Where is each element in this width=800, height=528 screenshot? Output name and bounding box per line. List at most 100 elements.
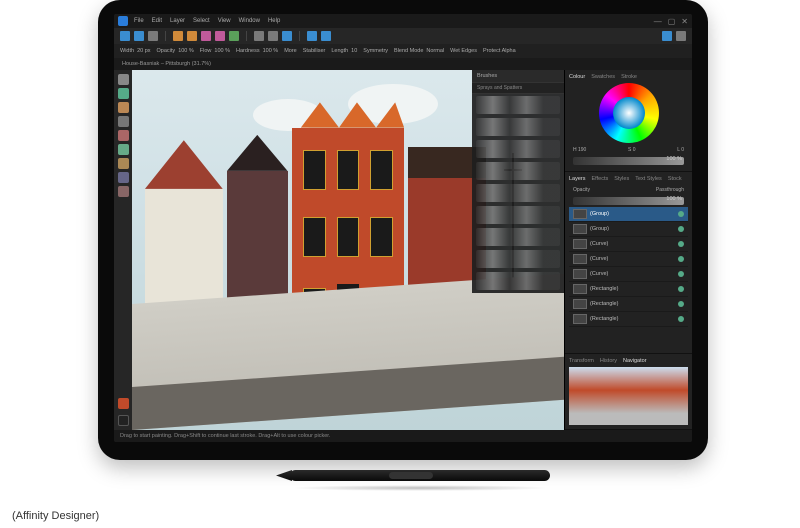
brush-list[interactable] — [472, 94, 564, 293]
opt-length[interactable]: Length10 — [331, 48, 357, 54]
tool-a-icon[interactable] — [173, 31, 183, 41]
menu-edit[interactable]: Edit — [152, 18, 162, 24]
text-tool-icon[interactable] — [118, 158, 129, 169]
brushes-panel[interactable]: Brushes Sprays and Spatters — [472, 70, 564, 293]
layer-name: (Curve) — [590, 271, 608, 277]
tool-e-icon[interactable] — [229, 31, 239, 41]
persona-pixel-icon[interactable] — [134, 31, 144, 41]
tab-textstyles[interactable]: Text Styles — [635, 176, 662, 182]
move-tool-icon[interactable] — [118, 74, 129, 85]
tab-history[interactable]: History — [600, 358, 617, 364]
layer-thumbnail — [573, 314, 587, 324]
node-tool-icon[interactable] — [118, 88, 129, 99]
visibility-toggle-icon[interactable] — [678, 241, 684, 247]
tool-b-icon[interactable] — [187, 31, 197, 41]
opt-opacity[interactable]: Opacity100 % — [157, 48, 194, 54]
colour-opacity-slider[interactable] — [573, 157, 684, 165]
opt-stabiliser[interactable]: Stabiliser — [303, 48, 326, 54]
brush-preset[interactable] — [476, 140, 560, 158]
brush-preset[interactable] — [476, 206, 560, 224]
tab-effects[interactable]: Effects — [592, 176, 609, 182]
brush-preset[interactable] — [476, 184, 560, 202]
tool-c-icon[interactable] — [201, 31, 211, 41]
visibility-toggle-icon[interactable] — [678, 286, 684, 292]
arrange-icon[interactable] — [254, 31, 264, 41]
brush-preset[interactable] — [476, 162, 560, 180]
brush-tool-icon[interactable] — [118, 102, 129, 113]
tab-stock[interactable]: Stock — [668, 176, 682, 182]
status-bar: Drag to start painting. Drag+Shift to co… — [114, 430, 692, 442]
document-tab[interactable]: House-Basniak – Pittsburgh (31.7%) — [122, 61, 211, 67]
visibility-toggle-icon[interactable] — [678, 271, 684, 277]
navigator-thumbnail[interactable] — [569, 367, 688, 425]
layer-opacity-slider[interactable] — [573, 197, 684, 205]
tab-styles[interactable]: Styles — [614, 176, 629, 182]
share-icon[interactable] — [148, 31, 158, 41]
snap-icon[interactable] — [282, 31, 292, 41]
foreground-colour-swatch[interactable] — [118, 398, 129, 409]
visibility-toggle-icon[interactable] — [678, 226, 684, 232]
visibility-toggle-icon[interactable] — [678, 211, 684, 217]
layer-row[interactable]: (Rectangle) — [569, 312, 688, 327]
opt-width[interactable]: Width20 px — [120, 48, 151, 54]
colour-wheel[interactable] — [599, 83, 659, 143]
opt-blend[interactable]: Blend ModeNormal — [394, 48, 444, 54]
document-tab-bar: House-Basniak – Pittsburgh (31.7%) — [114, 58, 692, 70]
tab-transform[interactable]: Transform — [569, 358, 594, 364]
layer-row[interactable]: (Curve) — [569, 252, 688, 267]
brush-preset[interactable] — [476, 228, 560, 246]
group-icon[interactable] — [321, 31, 331, 41]
canvas[interactable]: Brushes Sprays and Spatters — [132, 70, 564, 430]
menu-layer[interactable]: Layer — [170, 18, 185, 24]
opt-more[interactable]: More — [284, 48, 297, 54]
brush-preset[interactable] — [476, 250, 560, 268]
opt-flow[interactable]: Flow100 % — [200, 48, 230, 54]
menu-select[interactable]: Select — [193, 18, 210, 24]
brush-category-dropdown[interactable]: Sprays and Spatters — [472, 82, 564, 94]
layer-row[interactable]: (Group) — [569, 207, 688, 222]
align-icon[interactable] — [268, 31, 278, 41]
brush-preset[interactable] — [476, 96, 560, 114]
maximize-button[interactable]: ▢ — [668, 17, 676, 26]
opt-wet[interactable]: Wet Edges — [450, 48, 477, 54]
close-button[interactable]: ✕ — [681, 17, 688, 26]
opt-hardness[interactable]: Hardness100 % — [236, 48, 278, 54]
main-area: Brushes Sprays and Spatters — [114, 70, 692, 430]
brushes-panel-title: Brushes — [472, 70, 564, 82]
layer-row[interactable]: (Curve) — [569, 267, 688, 282]
layer-row[interactable]: (Rectangle) — [569, 282, 688, 297]
menu-help[interactable]: Help — [268, 18, 280, 24]
opt-protect[interactable]: Protect Alpha — [483, 48, 516, 54]
visibility-toggle-icon[interactable] — [678, 316, 684, 322]
settings-icon[interactable] — [676, 31, 686, 41]
pen-tool-icon[interactable] — [118, 116, 129, 127]
brush-preset[interactable] — [476, 272, 560, 290]
layer-row[interactable]: (Rectangle) — [569, 297, 688, 312]
fill-tool-icon[interactable] — [118, 130, 129, 141]
account-icon[interactable] — [662, 31, 672, 41]
layer-row[interactable]: (Group) — [569, 222, 688, 237]
brush-preset[interactable] — [476, 118, 560, 136]
tab-navigator[interactable]: Navigator — [623, 358, 647, 364]
shape-tool-icon[interactable] — [118, 144, 129, 155]
crop-tool-icon[interactable] — [118, 172, 129, 183]
layer-row[interactable]: (Curve) — [569, 237, 688, 252]
visibility-toggle-icon[interactable] — [678, 301, 684, 307]
visibility-toggle-icon[interactable] — [678, 256, 684, 262]
insert-icon[interactable] — [307, 31, 317, 41]
background-colour-swatch[interactable] — [118, 415, 129, 426]
menu-view[interactable]: View — [218, 18, 231, 24]
tool-d-icon[interactable] — [215, 31, 225, 41]
tab-swatches[interactable]: Swatches — [591, 74, 615, 80]
persona-designer-icon[interactable] — [120, 31, 130, 41]
title-bar: File Edit Layer Select View Window Help … — [114, 14, 692, 28]
opt-symmetry[interactable]: Symmetry — [363, 48, 388, 54]
tab-stroke[interactable]: Stroke — [621, 74, 637, 80]
minimize-button[interactable]: — — [654, 17, 662, 26]
tab-layers[interactable]: Layers — [569, 176, 586, 182]
menu-window[interactable]: Window — [239, 18, 260, 24]
menu-file[interactable]: File — [134, 18, 144, 24]
eraser-tool-icon[interactable] — [118, 186, 129, 197]
tab-colour[interactable]: Colour — [569, 74, 585, 80]
layers-passthrough[interactable]: Passthrough — [656, 187, 684, 193]
